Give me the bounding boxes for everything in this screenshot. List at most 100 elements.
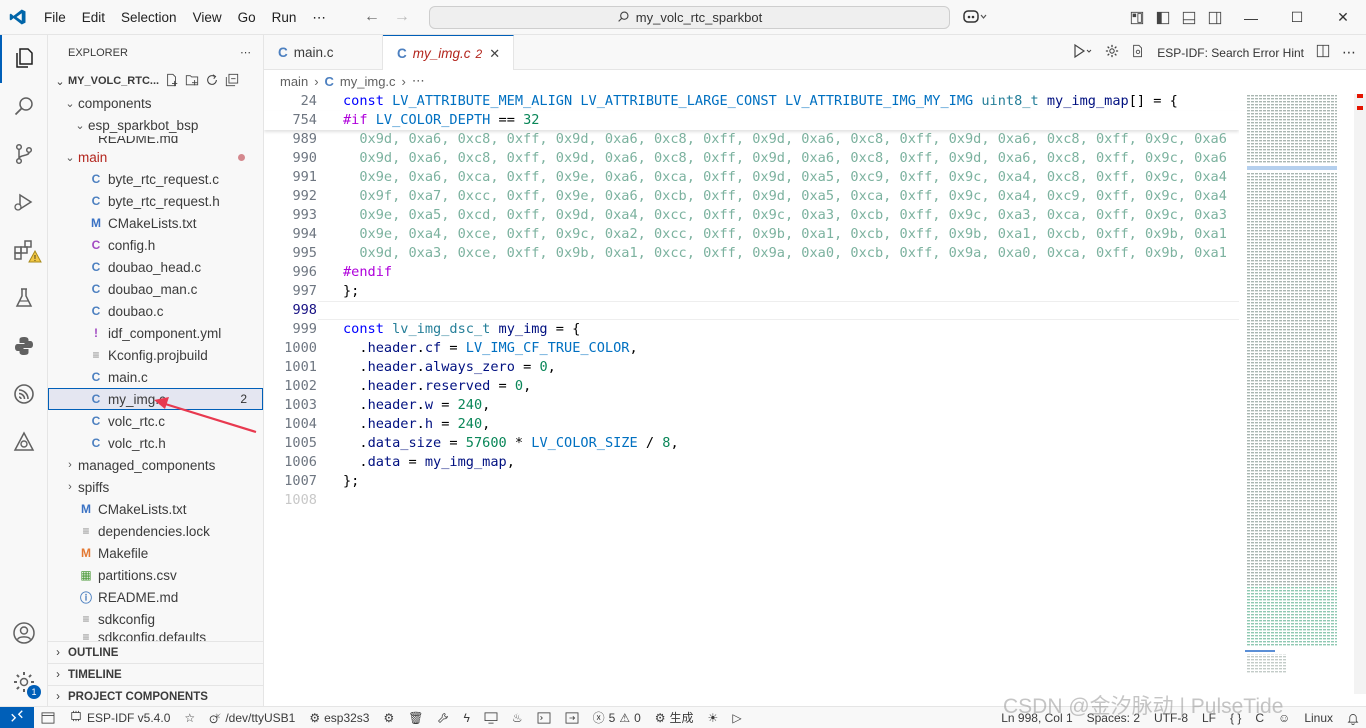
minimize-button[interactable]: — [1228,10,1274,26]
tree-item[interactable]: › managed_components [48,454,263,476]
tree-item[interactable]: README.md [48,136,263,146]
breadcrumb-more[interactable]: ⋯ [412,73,425,89]
tree-item[interactable]: ⓘ README.md [48,586,263,608]
tree-item[interactable]: Cbyte_rtc_request.h [48,190,263,212]
tree-item[interactable]: M CMakeLists.txt [48,498,263,520]
flame-icon[interactable]: ♨ [505,711,530,725]
source-control-activity[interactable] [0,131,48,179]
tree-item[interactable]: M CMakeLists.txt [48,212,263,234]
new-folder-icon[interactable] [185,73,199,90]
menu-go[interactable]: Go [230,0,264,35]
tree-item[interactable]: M Makefile [48,542,263,564]
close-window-button[interactable]: ✕ [1320,9,1366,26]
run-debug-activity[interactable] [0,179,48,227]
tree-item[interactable]: Cdoubao.c [48,300,263,322]
tree-item[interactable]: Cdoubao_man.c [48,278,263,300]
run-play-icon[interactable]: ▷ [725,711,748,725]
new-file-icon[interactable] [165,73,179,90]
target-chip[interactable]: ⚙ esp32s3 [302,711,376,725]
menu-view[interactable]: View [185,0,230,35]
exit-icon[interactable] [558,711,586,724]
sdk-config-icon[interactable]: ⚙ [376,711,401,725]
breadcrumb-folder[interactable]: main [280,74,308,89]
tab-main-c[interactable]: C main.c [264,35,383,70]
tree-item[interactable]: ≡ dependencies.lock [48,520,263,542]
espressif-activity[interactable] [0,371,48,419]
copilot-icon[interactable] [962,8,988,29]
close-icon[interactable]: ✕ [489,46,500,62]
idf-explorer-activity[interactable] [0,419,48,467]
toggle-panel-icon[interactable] [1176,11,1202,25]
tree-item[interactable]: ≡ Kconfig.projbuild [48,344,263,366]
project-components-section[interactable]: › PROJECT COMPONENTS [48,685,263,706]
explorer-more-icon[interactable]: ⋯ [240,46,251,59]
terminal-icon[interactable] [530,711,558,724]
build-action[interactable]: ⚙ 生成 [648,709,701,726]
menu-run[interactable]: Run [264,0,305,35]
tree-item[interactable]: Cmain.c [48,366,263,388]
toggle-primary-sidebar-icon[interactable] [1150,11,1176,25]
debug-bug-icon[interactable]: ☀ [701,711,726,725]
outline-section[interactable]: › OUTLINE [48,641,263,663]
accounts-activity[interactable] [0,610,48,658]
menu-more[interactable]: ⋯ [304,0,334,35]
chevron-right-icon: › [401,73,406,89]
back-arrow-icon[interactable]: ← [364,8,380,26]
tree-item[interactable]: ! idf_component.yml [48,322,263,344]
search-error-hint-button[interactable]: ESP-IDF: Search Error Hint [1157,46,1304,60]
code-token: , [670,435,679,451]
breadcrumb-file[interactable]: my_img.c [340,74,396,89]
esp-idf-version[interactable]: ESP-IDF v5.4.0 [62,710,177,725]
minimap[interactable] [1239,92,1366,706]
flash-bolt-icon[interactable]: ϟ [456,711,476,725]
python-activity[interactable] [0,323,48,371]
refresh-icon[interactable] [205,73,219,90]
monitor-icon[interactable] [477,711,505,724]
tree-item[interactable]: ≡ sdkconfig [48,608,263,630]
run-debug-dropdown-icon[interactable] [1071,43,1093,62]
tree-item[interactable]: › spiffs [48,476,263,498]
maximize-button[interactable]: ☐ [1274,9,1320,26]
customize-layout-icon[interactable] [1124,11,1150,25]
search-error-hint-icon[interactable] [1131,44,1145,61]
favorites-icon[interactable]: ☆ [177,711,202,725]
os-label[interactable]: Linux [1297,711,1340,725]
tree-item[interactable]: Cdoubao_head.c [48,256,263,278]
project-folder-row[interactable]: ⌄ MY_VOLC_RTC... [48,70,263,92]
more-actions-icon[interactable]: ⋯ [1342,44,1356,61]
build-wrench-icon[interactable] [430,712,456,724]
tree-item[interactable]: Cconfig.h [48,234,263,256]
tree-item[interactable]: Cbyte_rtc_request.c [48,168,263,190]
remote-indicator[interactable] [0,706,34,728]
serial-port[interactable]: 🜚 /dev/ttyUSB1 [202,705,302,728]
testing-activity[interactable] [0,275,48,323]
tree-item[interactable]: ⌄ esp_sparkbot_bsp [48,114,263,136]
tree-item-label: idf_component.yml [108,325,222,341]
full-clean-trash-icon[interactable]: 🗑 [401,711,430,725]
search-activity[interactable] [0,83,48,131]
command-center-search[interactable]: my_volc_rtc_sparkbot [429,6,950,29]
tab-my-img-c[interactable]: C my_img.c 2 ✕ [383,35,514,71]
notifications-bell-icon[interactable] [1340,712,1366,725]
workspace-icon[interactable] [34,711,62,724]
forward-arrow-icon[interactable]: → [394,8,410,26]
tree-item[interactable]: Cvolc_rtc.h [48,432,263,454]
manage-activity[interactable]: 1 [0,659,48,707]
timeline-section[interactable]: › TIMELINE [48,663,263,685]
tree-item[interactable]: ⌄ main [48,146,263,168]
code-text: }; [318,282,359,301]
code-editor[interactable]: 24 const LV_ATTRIBUTE_MEM_ALIGN LV_ATTRIB… [264,92,1239,706]
split-editor-icon[interactable] [1316,44,1330,61]
collapse-all-icon[interactable] [225,73,239,90]
menu-edit[interactable]: Edit [74,0,113,35]
toggle-secondary-sidebar-icon[interactable] [1202,11,1228,25]
gear-icon[interactable] [1105,44,1119,61]
extensions-activity[interactable]: ! [0,227,48,275]
menu-file[interactable]: File [36,0,74,35]
menu-selection[interactable]: Selection [113,0,185,35]
tree-item-label: doubao_head.c [108,259,202,275]
explorer-activity[interactable] [0,35,48,83]
tree-item[interactable]: ▦ partitions.csv [48,564,263,586]
tree-item[interactable]: ⌄ components [48,92,263,114]
problems-indicator[interactable]: ⓧ 5 ⚠ 0 [586,709,648,726]
